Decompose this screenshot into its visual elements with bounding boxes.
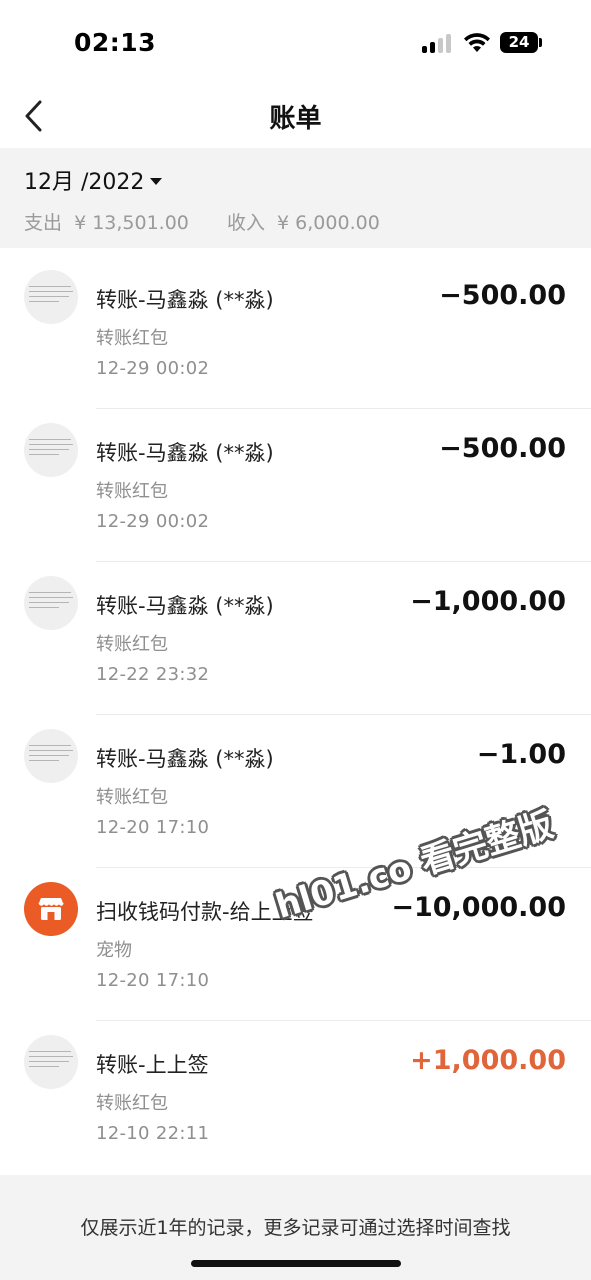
transaction-category: 转账红包 <box>96 634 168 655</box>
income-value: ¥ 6,000.00 <box>277 212 380 234</box>
status-bar: 02:13 24 <box>0 0 591 88</box>
caret-down-icon <box>150 177 163 185</box>
transaction-category: 转账红包 <box>96 787 168 808</box>
transaction-time: 12-29 00:02 <box>96 358 210 379</box>
transaction-title: 转账-马鑫淼 (**淼) <box>96 288 274 312</box>
storefront-icon <box>38 898 64 920</box>
user-avatar-icon <box>24 270 78 324</box>
transaction-title: 转账-马鑫淼 (**淼) <box>96 441 274 465</box>
transaction-category: 宠物 <box>96 940 132 961</box>
month-label: 12月 /2022 <box>24 170 145 195</box>
transaction-time: 12-29 00:02 <box>96 511 210 532</box>
transaction-time: 12-10 22:11 <box>96 1123 210 1144</box>
transaction-amount: −10,000.00 <box>391 892 566 923</box>
transaction-category: 转账红包 <box>96 481 168 502</box>
transaction-amount: +1,000.00 <box>410 1045 566 1076</box>
battery-cap <box>539 38 542 47</box>
transaction-time: 12-20 17:10 <box>96 970 210 991</box>
transaction-title: 转账-马鑫淼 (**淼) <box>96 594 274 618</box>
bill-summary: 12月 /2022 支出 ¥ 13,501.00 收入 ¥ 6,000.00 <box>0 148 591 248</box>
transaction-row[interactable]: 转账-马鑫淼 (**淼) 转账红包 12-29 00:02 −500.00 <box>0 409 591 562</box>
user-avatar-icon <box>24 729 78 783</box>
wifi-icon <box>464 33 490 52</box>
totals-line: 支出 ¥ 13,501.00 收入 ¥ 6,000.00 <box>24 208 386 235</box>
transaction-amount: −500.00 <box>439 433 566 464</box>
transaction-category: 转账红包 <box>96 1093 168 1114</box>
status-time: 02:13 <box>74 28 157 57</box>
transaction-title: 转账-马鑫淼 (**淼) <box>96 747 274 771</box>
nav-bar: 账单 <box>0 88 591 146</box>
user-avatar-icon <box>24 576 78 630</box>
transaction-list: 转账-马鑫淼 (**淼) 转账红包 12-29 00:02 −500.00 转账… <box>0 256 591 1174</box>
battery-indicator: 24 <box>500 32 538 53</box>
income-label: 收入 <box>226 212 265 234</box>
transaction-title: 转账-上上签 <box>96 1053 209 1077</box>
transaction-amount: −1.00 <box>476 739 566 770</box>
transaction-row[interactable]: 转账-马鑫淼 (**淼) 转账红包 12-29 00:02 −500.00 <box>0 256 591 409</box>
store-icon <box>24 882 78 936</box>
transaction-amount: −1,000.00 <box>410 586 566 617</box>
transaction-row[interactable]: 转账-上上签 转账红包 12-10 22:11 +1,000.00 <box>0 1021 591 1174</box>
transaction-amount: −500.00 <box>439 280 566 311</box>
expense-value: ¥ 13,501.00 <box>74 212 189 234</box>
transaction-row[interactable]: 转账-马鑫淼 (**淼) 转账红包 12-22 23:32 −1,000.00 <box>0 562 591 715</box>
expense-label: 支出 <box>24 212 63 234</box>
transaction-category: 转账红包 <box>96 328 168 349</box>
month-selector[interactable]: 12月 /2022 <box>24 164 163 196</box>
home-indicator[interactable] <box>191 1260 401 1267</box>
transaction-time: 12-22 23:32 <box>96 664 210 685</box>
page-title: 账单 <box>269 104 322 134</box>
signal-icon <box>422 33 454 53</box>
footer-note: 仅展示近1年的记录，更多记录可通过选择时间查找 <box>80 1217 511 1239</box>
transaction-time: 12-20 17:10 <box>96 817 210 838</box>
user-avatar-icon <box>24 423 78 477</box>
user-avatar-icon <box>24 1035 78 1089</box>
